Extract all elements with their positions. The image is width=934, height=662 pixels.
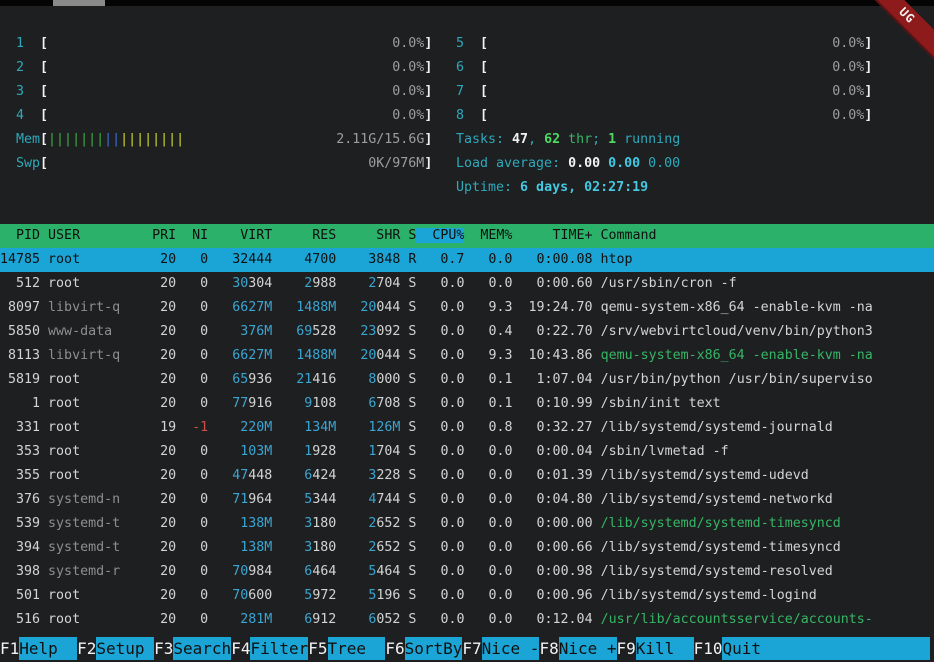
process-row-selected[interactable]: 14785 root 20 0 32444 4700 3848 R 0.7 0.… [0, 248, 934, 272]
process-row[interactable]: 8097 libvirt-q 20 0 6627M 1488M 20044 S … [0, 296, 934, 320]
fkey-label-search[interactable]: Search [173, 637, 231, 660]
process-row[interactable]: 539 systemd-t 20 0 138M 3180 2652 S 0.0 … [0, 512, 934, 536]
cpu-meter-8: 8 [ 0.0%] [456, 104, 872, 128]
column-header-command[interactable]: Command [593, 228, 657, 243]
column-header-s[interactable]: S [400, 228, 416, 243]
fkey-bar-fill [780, 637, 930, 660]
fkey-f5[interactable]: F5 [308, 637, 327, 660]
fkey-label-sortby[interactable]: SortBy [405, 637, 463, 660]
process-row[interactable]: 331 root 19 -1 220M 134M 126M S 0.0 0.8 … [0, 416, 934, 440]
column-header-user[interactable]: USER [48, 228, 152, 243]
fkey-label-quit[interactable]: Quit [722, 637, 780, 660]
cpu-meter-2: 2 [ 0.0%] [16, 56, 432, 80]
process-row[interactable]: 516 root 20 0 281M 6912 6052 S 0.0 0.0 0… [0, 608, 934, 632]
process-row[interactable]: 353 root 20 0 103M 1928 1704 S 0.0 0.0 0… [0, 440, 934, 464]
cpu-meter-1: 1 [ 0.0%] [16, 32, 432, 56]
column-header-virt[interactable]: VIRT [208, 228, 272, 243]
fkey-f2[interactable]: F2 [77, 637, 96, 660]
fkey-label-setup[interactable]: Setup [96, 637, 154, 660]
fkey-label-filter[interactable]: Filter [250, 637, 308, 660]
fkey-f1[interactable]: F1 [0, 637, 19, 660]
meter-column-left: 1 [ 0.0%]2 [ 0.0%]3 [ 0.0%]4 [ [16, 32, 432, 176]
process-row[interactable]: 398 systemd-r 20 0 70984 6464 5464 S 0.0… [0, 560, 934, 584]
fkey-f3[interactable]: F3 [154, 637, 173, 660]
process-row[interactable]: 5850 www-data 20 0 376M 69528 23092 S 0.… [0, 320, 934, 344]
column-header-pri[interactable]: PRI [152, 228, 176, 243]
process-row[interactable]: 355 root 20 0 47448 6424 3228 S 0.0 0.0 … [0, 464, 934, 488]
cpu-meter-5: 5 [ 0.0%] [456, 32, 872, 56]
uptime: Uptime: 6 days, 02:27:19 [456, 176, 872, 200]
fkey-f4[interactable]: F4 [231, 637, 250, 660]
process-row[interactable]: 512 root 20 0 30304 2988 2704 S 0.0 0.0 … [0, 272, 934, 296]
process-row[interactable]: 1 root 20 0 77916 9108 6708 S 0.0 0.1 0:… [0, 392, 934, 416]
process-row[interactable]: 394 systemd-t 20 0 138M 3180 2652 S 0.0 … [0, 536, 934, 560]
fkey-f7[interactable]: F7 [462, 637, 481, 660]
process-table-header[interactable]: PID USER PRI NI VIRT RES SHR S CPU% MEM%… [0, 224, 934, 248]
process-row[interactable]: 376 systemd-n 20 0 71964 5344 4744 S 0.0… [0, 488, 934, 512]
fkey-f6[interactable]: F6 [385, 637, 404, 660]
fkey-f10[interactable]: F10 [694, 637, 723, 660]
function-key-bar: F1Help F2Setup F3SearchF4FilterF5Tree F6… [0, 634, 934, 662]
memory-meter: Mem[||||||||||||||||| 2.11G/15.6G] [16, 128, 432, 152]
column-header-shr[interactable]: SHR [336, 228, 400, 243]
window-top-strip [0, 0, 934, 6]
cpu-meter-6: 6 [ 0.0%] [456, 56, 872, 80]
cpu-meter-4: 4 [ 0.0%] [16, 104, 432, 128]
top-tab-fragment [53, 0, 105, 6]
column-header-pid[interactable]: PID [0, 228, 48, 243]
swap-meter: Swp[ 0K/976M] [16, 152, 432, 176]
process-row[interactable]: 501 root 20 0 70600 5972 5196 S 0.0 0.0 … [0, 584, 934, 608]
cpu-meter-7: 7 [ 0.0%] [456, 80, 872, 104]
tasks-summary: Tasks: 47, 62 thr; 1 running [456, 128, 872, 152]
fkey-label-nice-[interactable]: Nice - [482, 637, 540, 660]
fkey-f9[interactable]: F9 [617, 637, 636, 660]
htop-terminal-screen: { "app": {"name": "htop"}, "colors": { "… [0, 0, 934, 662]
process-row[interactable]: 5819 root 20 0 65936 21416 8000 S 0.0 0.… [0, 368, 934, 392]
fkey-label-nice-[interactable]: Nice + [559, 637, 617, 660]
cpu-meter-3: 3 [ 0.0%] [16, 80, 432, 104]
process-row[interactable]: 8113 libvirt-q 20 0 6627M 1488M 20044 S … [0, 344, 934, 368]
fkey-f8[interactable]: F8 [539, 637, 558, 660]
column-header-ni[interactable]: NI [176, 228, 208, 243]
column-header-mem[interactable]: MEM% [464, 228, 512, 243]
column-header-cpu[interactable]: CPU% [416, 228, 464, 243]
fkey-label-kill[interactable]: Kill [636, 637, 694, 660]
meter-column-right: 5 [ 0.0%]6 [ 0.0%]7 [ 0.0%]8 [ [456, 32, 872, 200]
column-header-res[interactable]: RES [272, 228, 336, 243]
fkey-label-tree[interactable]: Tree [328, 637, 386, 660]
fkey-label-help[interactable]: Help [19, 637, 77, 660]
load-average: Load average: 0.00 0.00 0.00 [456, 152, 872, 176]
column-header-time[interactable]: TIME+ [512, 228, 592, 243]
process-table: 14785 root 20 0 32444 4700 3848 R 0.7 0.… [0, 248, 934, 632]
